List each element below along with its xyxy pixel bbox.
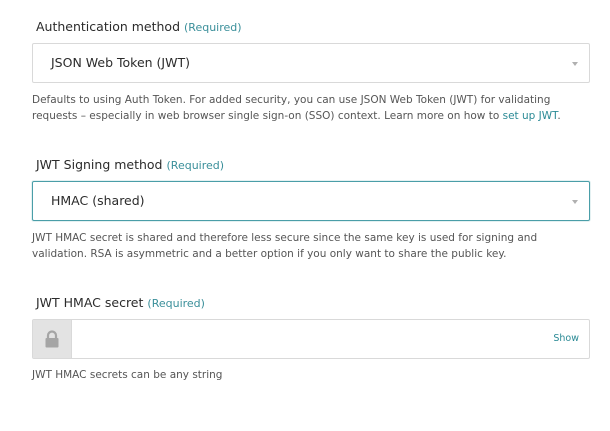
auth-method-selected-value: JSON Web Token (JWT) — [51, 55, 190, 70]
hmac-secret-label-row: JWT HMAC secret (Required) — [36, 295, 205, 312]
setup-jwt-link[interactable]: set up JWT — [503, 110, 558, 122]
hmac-secret-help: JWT HMAC secrets can be any string — [32, 367, 592, 383]
show-secret-button[interactable]: Show — [553, 332, 579, 346]
auth-method-help-text: Defaults to using Auth Token. For added … — [32, 94, 551, 122]
auth-method-label: Authentication method — [36, 19, 181, 34]
auth-method-help: Defaults to using Auth Token. For added … — [32, 92, 592, 124]
signing-method-selected-value: HMAC (shared) — [51, 193, 145, 208]
signing-method-label: JWT Signing method — [36, 157, 163, 172]
signing-method-help: JWT HMAC secret is shared and therefore … — [32, 230, 592, 262]
chevron-down-icon — [572, 200, 578, 204]
chevron-down-icon — [572, 62, 578, 66]
lock-icon — [45, 330, 59, 348]
lock-addon — [33, 320, 72, 358]
auth-method-help-end: . — [557, 110, 561, 122]
auth-method-label-row: Authentication method (Required) — [36, 19, 242, 36]
signing-method-select[interactable]: HMAC (shared) — [32, 181, 590, 221]
signing-method-required: (Required) — [166, 159, 225, 172]
auth-method-field: Authentication method (Required) JSON Web… — [32, 17, 590, 127]
auth-method-required: (Required) — [184, 21, 242, 34]
hmac-secret-input[interactable] — [73, 320, 543, 358]
signing-method-field: JWT Signing method (Required) HMAC (share… — [32, 155, 590, 265]
signing-method-help-text: JWT HMAC secret is shared and therefore … — [32, 232, 538, 260]
signing-method-label-row: JWT Signing method (Required) — [36, 157, 224, 174]
hmac-secret-input-group: Show — [32, 319, 590, 359]
hmac-secret-label: JWT HMAC secret — [36, 295, 144, 310]
hmac-secret-required: (Required) — [147, 297, 205, 310]
hmac-secret-help-text: JWT HMAC secrets can be any string — [32, 369, 223, 381]
hmac-secret-field: JWT HMAC secret (Required) Show JWT HMAC … — [32, 293, 590, 393]
auth-method-select[interactable]: JSON Web Token (JWT) — [32, 43, 590, 83]
